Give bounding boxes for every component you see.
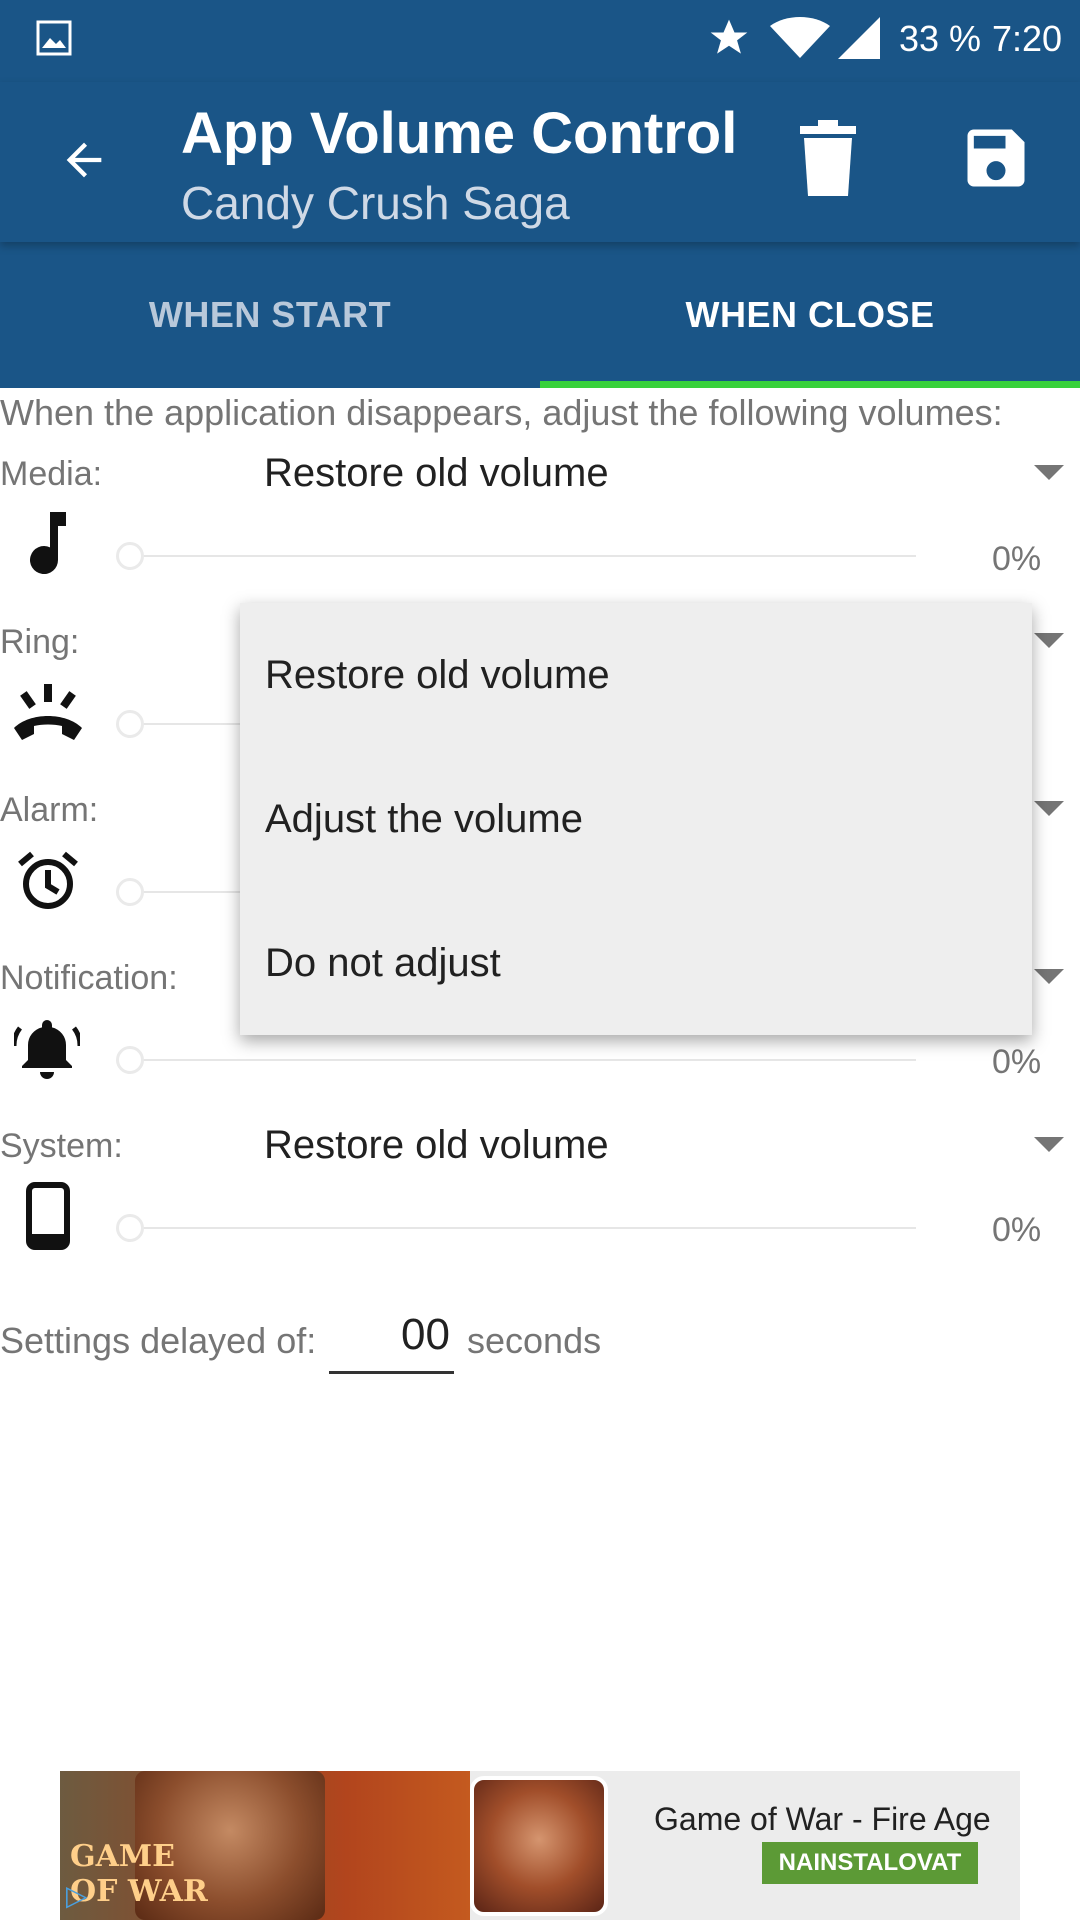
ring-label: Ring: <box>0 623 80 661</box>
dropdown-menu: Restore old volume Adjust the volume Do … <box>240 603 1032 1035</box>
notification-volume-slider[interactable] <box>130 1059 916 1061</box>
ad-app-icon[interactable] <box>470 1776 608 1916</box>
system-label: System: <box>0 1127 123 1165</box>
ad-install-button[interactable]: NAINSTALOVAT <box>762 1842 978 1884</box>
bell-icon <box>14 1020 80 1079</box>
floppy-disk-icon[interactable] <box>958 120 1034 196</box>
chevron-down-icon[interactable] <box>1034 801 1064 816</box>
image-icon <box>36 20 72 56</box>
media-slider-thumb[interactable] <box>116 542 144 570</box>
system-mode-select[interactable]: Restore old volume <box>264 1123 609 1168</box>
tab-indicator <box>540 381 1080 388</box>
chevron-down-icon[interactable] <box>1034 1137 1064 1152</box>
tab-when-start[interactable]: WHEN START <box>0 242 540 388</box>
signal-icon <box>838 17 880 59</box>
chevron-down-icon[interactable] <box>1034 969 1064 984</box>
status-bar: 33 % 7:20 <box>0 0 1080 82</box>
menu-item-do-not-adjust[interactable]: Do not adjust <box>265 941 501 986</box>
trash-icon[interactable] <box>800 120 856 196</box>
page-title: App Volume Control <box>181 101 738 166</box>
ad-title[interactable]: Game of War - Fire Age <box>654 1801 991 1838</box>
media-volume-slider[interactable] <box>130 555 916 557</box>
star-icon <box>710 19 748 54</box>
page-subtitle: Candy Crush Saga <box>181 177 570 229</box>
notification-slider-thumb[interactable] <box>116 1046 144 1074</box>
delay-label: Settings delayed of: <box>0 1320 317 1361</box>
chevron-down-icon[interactable] <box>1034 633 1064 648</box>
delay-unit: seconds <box>467 1320 602 1361</box>
wifi-icon <box>770 17 830 58</box>
intro-text: When the application disappears, adjust … <box>0 392 1003 433</box>
clock: 7:20 <box>992 18 1063 59</box>
arrow-back-icon[interactable] <box>58 134 110 186</box>
alarm-slider-thumb[interactable] <box>116 878 144 906</box>
menu-item-adjust-the-volume[interactable]: Adjust the volume <box>265 797 583 842</box>
alarm-label: Alarm: <box>0 791 99 829</box>
media-mode-select[interactable]: Restore old volume <box>264 451 609 496</box>
system-volume-slider[interactable] <box>130 1227 916 1229</box>
notification-percent: 0% <box>992 1043 1042 1081</box>
ad-banner[interactable]: GAME OF WAR ▷ Game of War - Fire Age NAIN… <box>60 1771 1020 1920</box>
media-label: Media: <box>0 455 103 493</box>
delay-seconds-input[interactable]: 00 <box>329 1310 454 1374</box>
tab-when-close[interactable]: WHEN CLOSE <box>540 242 1080 388</box>
smartphone-icon <box>26 1182 70 1250</box>
alarm-clock-icon <box>18 851 78 909</box>
system-slider-thumb[interactable] <box>116 1214 144 1242</box>
notification-label: Notification: <box>0 959 178 997</box>
chevron-down-icon[interactable] <box>1034 465 1064 480</box>
system-percent: 0% <box>992 1211 1042 1249</box>
menu-item-restore-old-volume[interactable]: Restore old volume <box>265 653 610 698</box>
media-percent: 0% <box>992 540 1042 578</box>
ad-choices-icon[interactable]: ▷ <box>66 1879 100 1913</box>
music-note-icon <box>30 512 66 574</box>
ring-slider-thumb[interactable] <box>116 710 144 738</box>
phone-ring-icon <box>14 684 82 740</box>
battery-text: 33 % <box>899 18 982 59</box>
